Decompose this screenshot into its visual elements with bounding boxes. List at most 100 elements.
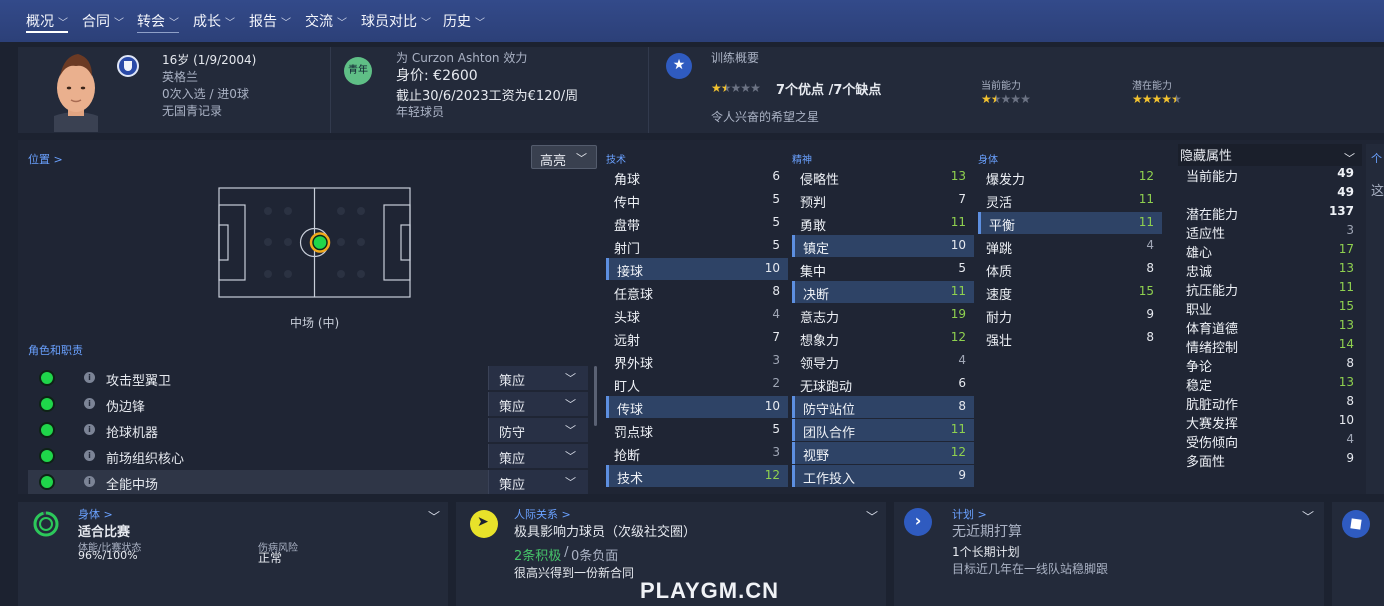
side-panel-link[interactable]: 个 bbox=[1371, 150, 1382, 166]
attribute-row[interactable]: 想象力 12 bbox=[792, 327, 974, 349]
duty-dropdown[interactable]: 策应 ﹀ bbox=[488, 444, 588, 468]
chevron-down-icon: ﹀ bbox=[1344, 152, 1355, 165]
attribute-value: 12 bbox=[764, 468, 780, 482]
hidden-attribute-row[interactable]: 职业 15 bbox=[1178, 298, 1362, 318]
role-row[interactable]: i 伪边锋 策应 ﹀ bbox=[28, 392, 588, 416]
duty-dropdown[interactable]: 策应 ﹀ bbox=[488, 470, 588, 494]
attribute-row[interactable]: 头球 4 bbox=[606, 304, 788, 326]
hidden-attribute-row[interactable]: 雄心 17 bbox=[1178, 241, 1362, 261]
attribute-row[interactable]: 远射 7 bbox=[606, 327, 788, 349]
roles-scrollbar[interactable] bbox=[594, 366, 597, 426]
hidden-attribute-row[interactable]: 体育道德 13 bbox=[1178, 317, 1362, 337]
chevron-down-icon[interactable]: ﹀ bbox=[428, 508, 440, 525]
attribute-row[interactable]: 射门 5 bbox=[606, 235, 788, 257]
role-name: 攻击型翼卫 bbox=[106, 374, 172, 389]
attribute-row[interactable]: 罚点球 5 bbox=[606, 419, 788, 441]
attribute-row[interactable]: 侵略性 13 bbox=[792, 166, 974, 188]
attribute-name: 预判 bbox=[800, 196, 827, 211]
attribute-row[interactable]: 平衡 11 bbox=[978, 212, 1162, 234]
plans-link[interactable]: 计划 > bbox=[952, 506, 987, 522]
attribute-value: 5 bbox=[772, 192, 780, 206]
attribute-value: 10 bbox=[1338, 413, 1354, 427]
attribute-row[interactable]: 工作投入 9 bbox=[792, 465, 974, 487]
role-row[interactable]: i 攻击型翼卫 策应 ﹀ bbox=[28, 366, 588, 390]
chevron-down-icon[interactable]: ﹀ bbox=[866, 508, 878, 525]
info-icon[interactable]: i bbox=[84, 424, 95, 435]
attribute-row[interactable]: 预判 7 bbox=[792, 189, 974, 211]
nav-reports[interactable]: 报告 ﹀ bbox=[249, 11, 291, 33]
attribute-row[interactable]: 速度 15 bbox=[978, 281, 1162, 303]
nav-contract[interactable]: 合同 ﹀ bbox=[82, 11, 124, 33]
attribute-row[interactable]: 耐力 9 bbox=[978, 304, 1162, 326]
attribute-row[interactable]: 视野 12 bbox=[792, 442, 974, 464]
duty-dropdown[interactable]: 防守 ﹀ bbox=[488, 418, 588, 442]
hidden-attribute-row[interactable]: 适应性 3 bbox=[1178, 222, 1362, 242]
hidden-attribute-row[interactable]: 争论 8 bbox=[1178, 355, 1362, 375]
attribute-row[interactable]: 抢断 3 bbox=[606, 442, 788, 464]
attribute-row[interactable]: 角球 6 bbox=[606, 166, 788, 188]
hidden-attribute-row[interactable]: 49 bbox=[1178, 184, 1362, 203]
attribute-row[interactable]: 无球跑动 6 bbox=[792, 373, 974, 395]
attribute-row[interactable]: 强壮 8 bbox=[978, 327, 1162, 349]
technical-header: 技术 bbox=[606, 155, 626, 166]
chevron-down-icon[interactable]: ﹀ bbox=[1302, 508, 1314, 525]
role-row[interactable]: i 前场组织核心 策应 ﹀ bbox=[28, 444, 588, 468]
role-row[interactable]: i 全能中场 策应 ﹀ bbox=[28, 470, 588, 494]
hidden-attribute-row[interactable]: 肮脏动作 8 bbox=[1178, 393, 1362, 413]
hidden-attribute-row[interactable]: 受伤倾向 4 bbox=[1178, 431, 1362, 451]
info-icon[interactable]: i bbox=[84, 398, 95, 409]
nav-compare[interactable]: 球员对比 ﹀ bbox=[361, 11, 431, 33]
attribute-value: 10 bbox=[950, 238, 966, 252]
attribute-row[interactable]: 任意球 8 bbox=[606, 281, 788, 303]
hidden-attribute-row[interactable]: 潜在能力 137 bbox=[1178, 203, 1362, 223]
attribute-row[interactable]: 传中 5 bbox=[606, 189, 788, 211]
attribute-row[interactable]: 爆发力 12 bbox=[978, 166, 1162, 188]
hidden-attribute-row[interactable]: 抗压能力 11 bbox=[1178, 279, 1362, 299]
attribute-row[interactable]: 意志力 19 bbox=[792, 304, 974, 326]
attribute-row[interactable]: 传球 10 bbox=[606, 396, 788, 418]
nav-overview[interactable]: 概况 ﹀ bbox=[26, 11, 68, 33]
attribute-name: 肮脏动作 bbox=[1186, 398, 1239, 413]
attribute-value: 137 bbox=[1328, 204, 1354, 218]
attribute-row[interactable]: 盘带 5 bbox=[606, 212, 788, 234]
hidden-attribute-row[interactable]: 忠诚 13 bbox=[1178, 260, 1362, 280]
highlight-dropdown[interactable]: 高亮 ﹀ bbox=[531, 145, 597, 169]
hidden-attribute-row[interactable]: 稳定 13 bbox=[1178, 374, 1362, 394]
attribute-row[interactable]: 镇定 10 bbox=[792, 235, 974, 257]
hidden-attribute-row[interactable]: 当前能力 49 bbox=[1178, 165, 1362, 185]
attribute-row[interactable]: 集中 5 bbox=[792, 258, 974, 280]
attribute-row[interactable]: 接球 10 bbox=[606, 258, 788, 280]
attribute-value: 6 bbox=[958, 376, 966, 390]
position-link[interactable]: 位置 > bbox=[28, 151, 63, 167]
info-icon[interactable]: i bbox=[84, 476, 95, 487]
attribute-row[interactable]: 决断 11 bbox=[792, 281, 974, 303]
attribute-row[interactable]: 技术 12 bbox=[606, 465, 788, 487]
role-row[interactable]: i 抢球机器 防守 ﹀ bbox=[28, 418, 588, 442]
attribute-row[interactable]: 团队合作 11 bbox=[792, 419, 974, 441]
attribute-row[interactable]: 灵活 11 bbox=[978, 189, 1162, 211]
attribute-row[interactable]: 防守站位 8 bbox=[792, 396, 974, 418]
nav-development[interactable]: 成长 ﹀ bbox=[193, 11, 235, 33]
attribute-value: 12 bbox=[950, 445, 966, 459]
attribute-row[interactable]: 体质 8 bbox=[978, 258, 1162, 280]
info-icon[interactable]: i bbox=[84, 450, 95, 461]
attribute-row[interactable]: 弹跳 4 bbox=[978, 235, 1162, 257]
nav-history[interactable]: 历史 ﹀ bbox=[443, 11, 485, 33]
attribute-row[interactable]: 勇敢 11 bbox=[792, 212, 974, 234]
info-icon[interactable]: i bbox=[84, 372, 95, 383]
attribute-value: 7 bbox=[772, 330, 780, 344]
hidden-attribute-row[interactable]: 多面性 9 bbox=[1178, 450, 1362, 470]
attribute-name: 传中 bbox=[614, 196, 641, 211]
hidden-attribute-row[interactable]: 情绪控制 14 bbox=[1178, 336, 1362, 356]
hidden-attribute-row[interactable]: 大赛发挥 10 bbox=[1178, 412, 1362, 432]
body-link[interactable]: 身体 > bbox=[78, 506, 113, 522]
relations-link[interactable]: 人际关系 > bbox=[514, 506, 571, 522]
nav-transfer[interactable]: 转会 ﹀ bbox=[137, 11, 179, 33]
nav-interaction[interactable]: 交流 ﹀ bbox=[305, 11, 347, 33]
attribute-row[interactable]: 界外球 3 bbox=[606, 350, 788, 372]
attribute-row[interactable]: 盯人 2 bbox=[606, 373, 788, 395]
duty-dropdown[interactable]: 策应 ﹀ bbox=[488, 366, 588, 390]
hidden-attributes-header[interactable]: 隐藏属性 ﹀ bbox=[1178, 144, 1362, 166]
attribute-row[interactable]: 领导力 4 bbox=[792, 350, 974, 372]
duty-dropdown[interactable]: 策应 ﹀ bbox=[488, 392, 588, 416]
